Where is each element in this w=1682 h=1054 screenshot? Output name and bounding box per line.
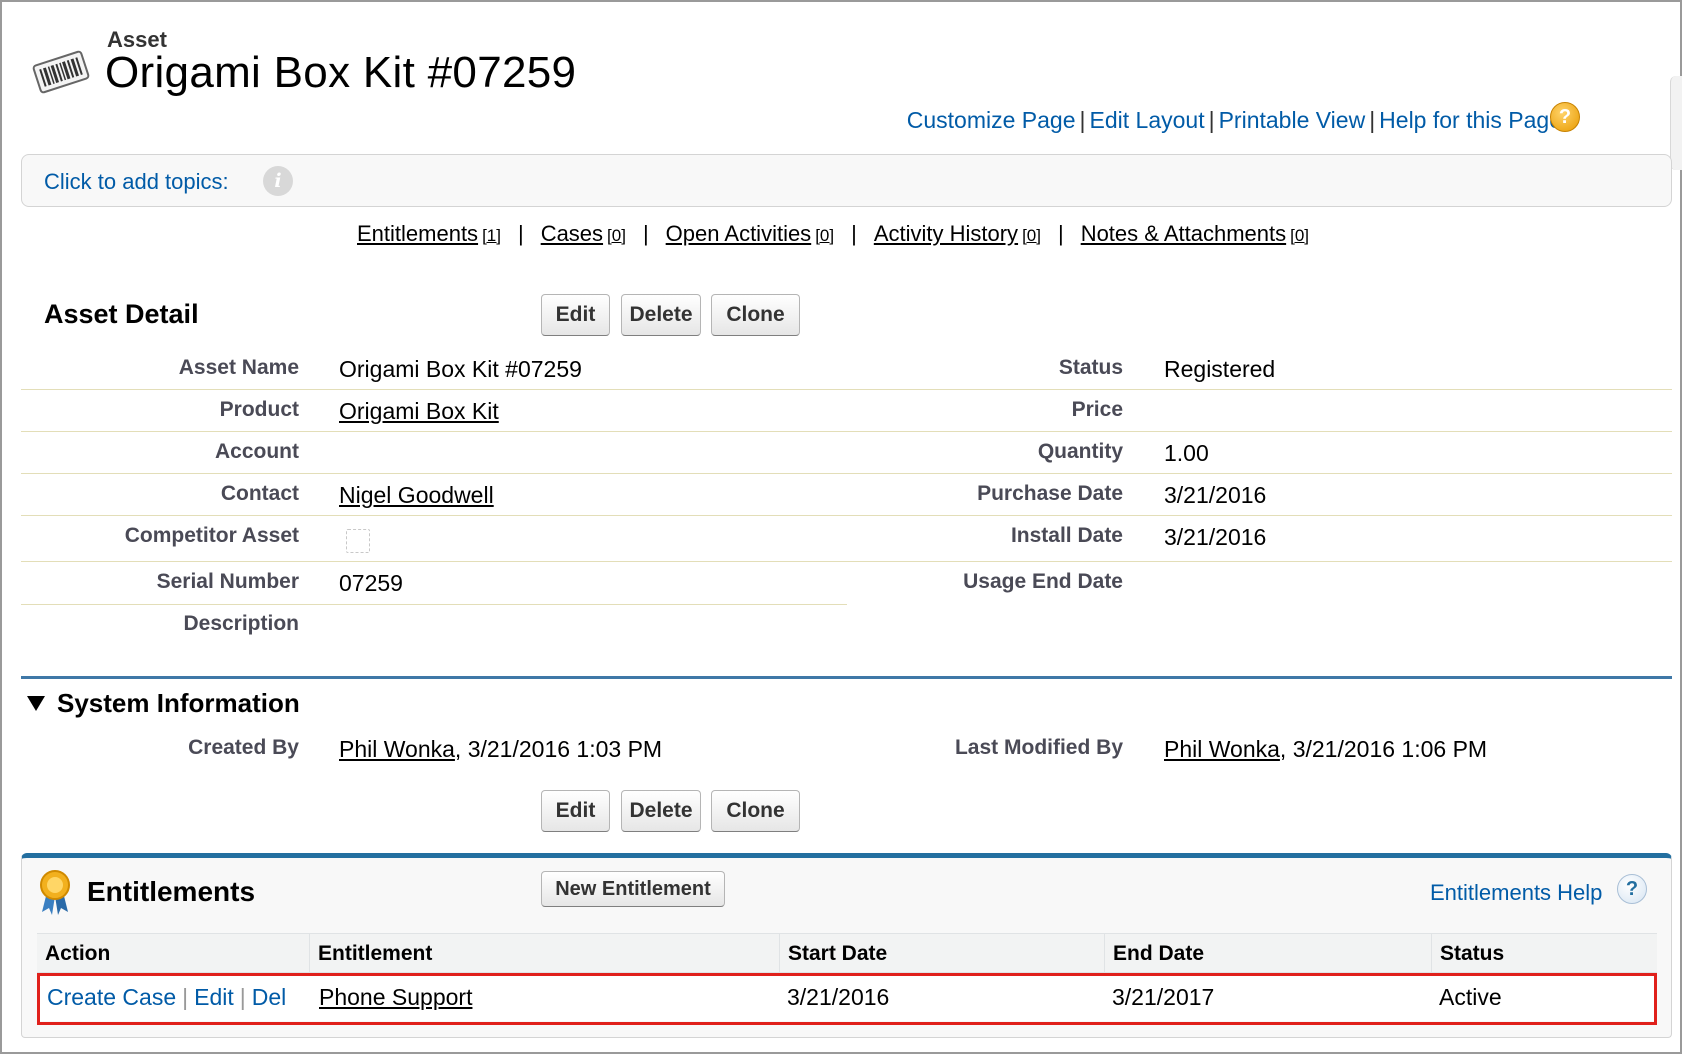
column-header-end-date[interactable]: End Date: [1104, 934, 1431, 974]
created-by-label: Created By: [188, 736, 299, 759]
delete-button[interactable]: Delete: [621, 294, 701, 336]
collapse-triangle-icon[interactable]: [27, 696, 45, 711]
system-information-title[interactable]: System Information: [57, 688, 300, 719]
info-icon[interactable]: i: [263, 166, 293, 196]
modified-by-user-link[interactable]: Phil Wonka: [1164, 736, 1280, 762]
competitor-asset-label: Competitor Asset: [124, 524, 299, 547]
install-date-value: 3/21/2016: [1164, 524, 1267, 550]
contact-link[interactable]: Nigel Goodwell: [339, 482, 494, 508]
column-header-action: Action: [45, 942, 111, 965]
serial-number-label: Serial Number: [156, 570, 299, 593]
add-topics-link[interactable]: Click to add topics:: [44, 169, 229, 195]
page-utility-links: Customize Page | Edit Layout | Printable Vie…: [906, 107, 1562, 133]
description-label: Description: [183, 612, 299, 635]
status-value: Registered: [1164, 356, 1276, 382]
entitlements-help-link[interactable]: Entitlements Help: [1430, 880, 1602, 906]
asset-detail-title: Asset Detail: [44, 299, 199, 329]
serial-number-value: 07259: [339, 570, 403, 596]
award-ribbon-icon: [40, 870, 70, 915]
related-count[interactable]: [0]: [1022, 226, 1041, 245]
created-by-user-link[interactable]: Phil Wonka: [339, 736, 455, 762]
related-link-open-activities[interactable]: Open Activities: [666, 221, 812, 246]
table-header: Action Entitlement Start Date End Date S…: [37, 933, 1657, 974]
barcode-icon: [32, 50, 90, 94]
help-for-page-link[interactable]: Help for this Page: [1379, 107, 1562, 133]
related-count[interactable]: [0]: [1290, 226, 1309, 245]
clone-button[interactable]: Clone: [711, 294, 800, 336]
clone-button[interactable]: Clone: [711, 790, 800, 832]
quantity-value: 1.00: [1164, 440, 1209, 466]
help-icon[interactable]: ?: [1550, 102, 1580, 132]
column-header-entitlement[interactable]: Entitlement: [309, 934, 779, 974]
install-date-label: Install Date: [1010, 524, 1123, 547]
scrollbar[interactable]: [1670, 76, 1682, 170]
competitor-asset-checkbox: [346, 529, 370, 553]
column-header-status[interactable]: Status: [1431, 934, 1657, 974]
related-link-activity-history[interactable]: Activity History: [874, 221, 1018, 246]
asset-name-value: Origami Box Kit #07259: [339, 356, 582, 382]
status-label: Status: [1058, 356, 1123, 379]
printable-view-link[interactable]: Printable View: [1219, 107, 1366, 133]
topics-bar: Click to add topics: i: [21, 154, 1672, 207]
related-link-entitlements[interactable]: Entitlements: [357, 221, 478, 246]
row-divider: [21, 561, 1672, 562]
price-label: Price: [1071, 398, 1123, 421]
created-by-date: , 3/21/2016 1:03 PM: [454, 736, 663, 762]
customize-page-link[interactable]: Customize Page: [907, 107, 1076, 133]
usage-end-date-label: Usage End Date: [963, 570, 1123, 593]
edit-button[interactable]: Edit: [541, 790, 610, 832]
related-count[interactable]: [0]: [607, 226, 626, 245]
new-entitlement-button[interactable]: New Entitlement: [541, 871, 725, 907]
purchase-date-value: 3/21/2016: [1164, 482, 1267, 508]
account-label: Account: [215, 440, 299, 463]
highlight-box: [37, 973, 1657, 1025]
contact-label: Contact: [220, 482, 299, 505]
row-divider: [21, 515, 1672, 516]
help-icon[interactable]: ?: [1617, 874, 1647, 904]
modified-by-date: , 3/21/2016 1:06 PM: [1279, 736, 1488, 762]
page-title: Origami Box Kit #07259: [105, 48, 577, 97]
related-count[interactable]: [0]: [815, 226, 834, 245]
related-link-notes-attachments[interactable]: Notes & Attachments: [1081, 221, 1286, 246]
edit-button[interactable]: Edit: [541, 294, 610, 336]
asset-name-label: Asset Name: [178, 356, 299, 379]
section-divider: [21, 676, 1672, 679]
delete-button[interactable]: Delete: [621, 790, 701, 832]
entitlements-title: Entitlements: [87, 876, 256, 907]
related-link-cases[interactable]: Cases: [541, 221, 603, 246]
row-divider: [21, 431, 1672, 432]
last-modified-by-label: Last Modified By: [954, 736, 1123, 759]
quantity-label: Quantity: [1037, 440, 1123, 463]
row-divider: [21, 389, 1672, 390]
related-list-links: Entitlements [1] | Cases [0] | Open Activities…: [357, 221, 1310, 246]
related-count[interactable]: [1]: [482, 226, 501, 245]
purchase-date-label: Purchase Date: [977, 482, 1123, 505]
product-link[interactable]: Origami Box Kit: [339, 398, 499, 424]
row-divider: [21, 604, 847, 605]
product-label: Product: [219, 398, 299, 421]
edit-layout-link[interactable]: Edit Layout: [1090, 107, 1205, 133]
row-divider: [21, 473, 1672, 474]
column-header-start-date[interactable]: Start Date: [779, 934, 1104, 974]
